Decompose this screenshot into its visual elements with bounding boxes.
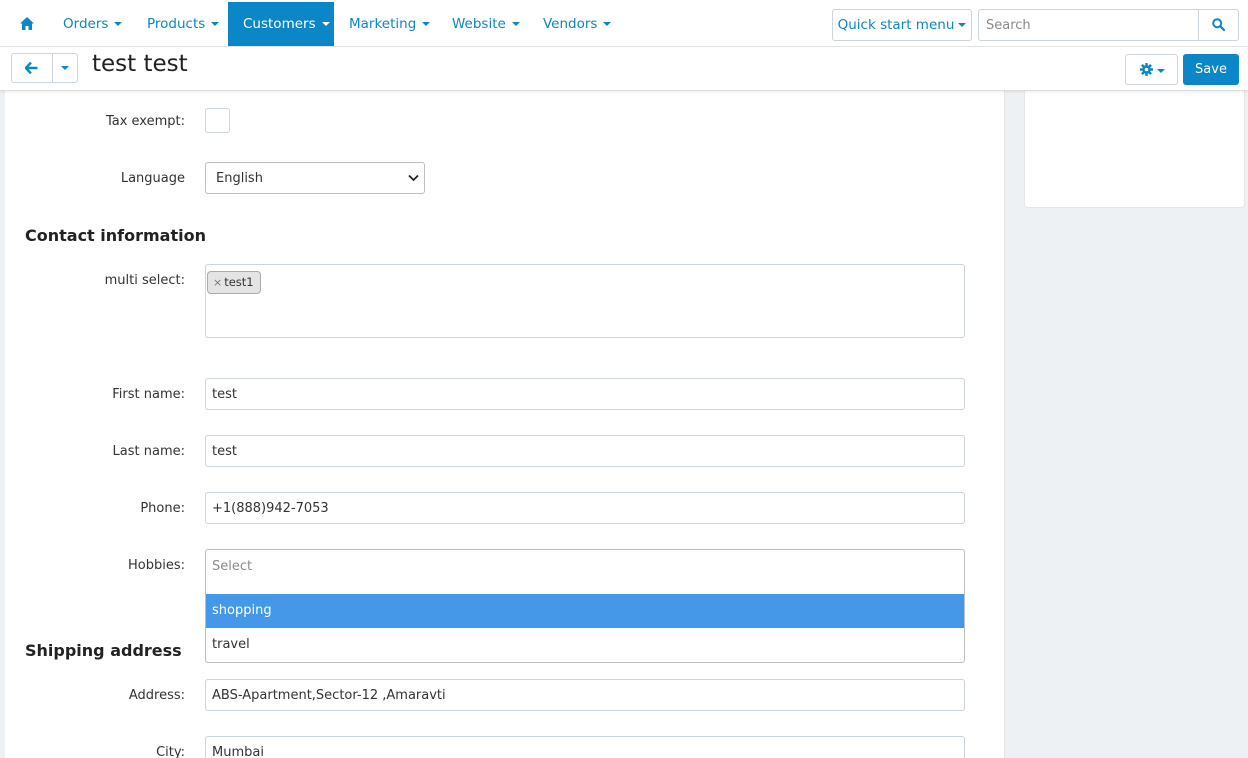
address-field[interactable]: ABS-Apartment,Sector-12 ,Amaravti [205,679,965,711]
hobbies-label: Hobbies: [128,558,185,573]
nav-marketing-label: Marketing [349,16,417,32]
nav-marketing[interactable]: Marketing [337,2,432,46]
multi-select-label: multi select: [104,273,185,288]
nav-vendors-label: Vendors [543,16,598,32]
back-button-group [11,53,78,83]
city-value: Mumbai [212,745,264,758]
home-button[interactable] [10,2,44,46]
search-input[interactable] [979,10,1199,40]
multi-select-input[interactable]: × test1 [205,264,965,338]
last-name-label: Last name: [112,444,185,459]
search-icon [1212,18,1225,31]
hobbies-select[interactable]: Select shopping travel [205,549,965,663]
city-label: City: [156,745,185,758]
back-dropdown-button[interactable] [53,54,77,82]
chevron-down-icon [211,22,220,26]
contact-information-heading: Contact information [25,226,206,245]
first-name-label: First name: [112,387,185,402]
first-name-value: test [212,387,237,402]
hobbies-option-shopping[interactable]: shopping [206,594,964,628]
chevron-down-icon [958,23,967,27]
multi-select-tag: × test1 [207,271,261,294]
home-icon [20,17,34,30]
hobbies-placeholder: Select [212,559,253,574]
last-name-value: test [212,444,237,459]
address-label: Address: [128,688,185,703]
nav-products[interactable]: Products [135,2,223,46]
tax-exempt-label: Tax exempt: [105,114,185,129]
quick-start-label: Quick start menu [837,17,955,33]
city-field[interactable]: Mumbai [205,736,965,758]
chevron-down-icon [603,22,612,26]
action-bar: test test Save [0,47,1248,91]
chevron-down-icon [408,174,419,182]
chevron-down-icon [511,22,520,26]
sidebar-panel [1024,91,1245,208]
gear-icon [1140,63,1153,76]
chevron-down-icon [114,22,123,26]
phone-label: Phone: [140,501,185,516]
tax-exempt-checkbox[interactable] [205,108,230,133]
top-navigation: Orders Products Customers Marketing Webs… [0,0,1248,47]
language-select[interactable]: English [205,162,425,194]
nav-customers-label: Customers [243,16,316,32]
nav-website[interactable]: Website [440,2,526,46]
phone-value: +1(888)942-7053 [212,501,329,516]
chevron-down-icon [321,22,330,26]
settings-button[interactable] [1125,54,1178,85]
nav-orders[interactable]: Orders [51,2,129,46]
save-button[interactable]: Save [1183,54,1239,85]
nav-products-label: Products [147,16,206,32]
language-label: Language [120,171,185,186]
back-button[interactable] [12,54,53,82]
chevron-down-icon [61,66,69,70]
phone-field[interactable]: +1(888)942-7053 [205,492,965,524]
arrow-left-icon [25,62,38,74]
chevron-down-icon [422,22,431,26]
nav-vendors[interactable]: Vendors [531,2,619,46]
remove-tag-icon[interactable]: × [213,276,222,289]
shipping-address-heading: Shipping address [25,641,182,660]
first-name-field[interactable]: test [205,378,965,410]
page-title: test test [92,51,188,77]
tag-label: test1 [224,275,254,289]
last-name-field[interactable]: test [205,435,965,467]
quick-start-menu-button[interactable]: Quick start menu [832,9,972,41]
nav-customers[interactable]: Customers [228,2,334,46]
chevron-down-icon [1157,69,1165,73]
search-box [978,9,1239,41]
language-value: English [216,171,263,186]
search-button[interactable] [1198,10,1238,40]
address-value: ABS-Apartment,Sector-12 ,Amaravti [212,688,446,703]
nav-orders-label: Orders [63,16,109,32]
nav-website-label: Website [452,16,506,32]
hobbies-option-travel[interactable]: travel [206,628,964,662]
